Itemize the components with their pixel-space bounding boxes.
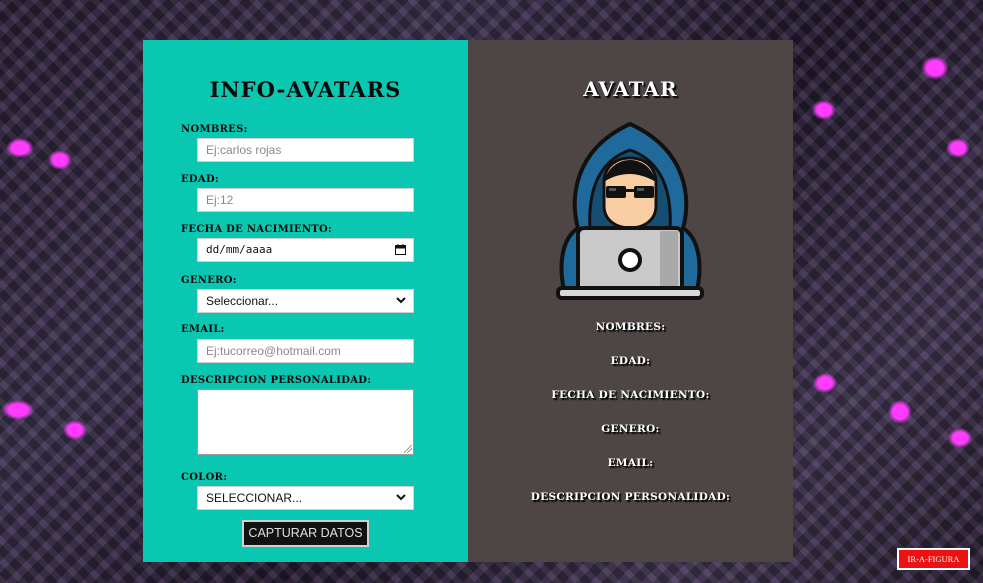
color-label: COLOR: — [181, 472, 228, 483]
fecha-label: FECHA DE NACIMIENTO: — [181, 224, 333, 235]
hacker-with-laptop-icon — [556, 122, 704, 300]
color-select[interactable]: SELECCIONAR... — [197, 486, 414, 510]
fecha-nacimiento-input[interactable]: dd/mm/aaaa — [197, 238, 414, 262]
email-input[interactable]: Ej:tucorreo@hotmail.com — [197, 339, 414, 363]
info-descripcion-label: DESCRIPCION PERSONALIDAD: — [530, 491, 731, 503]
email-label: EMAIL: — [181, 324, 225, 335]
info-nombres-label: NOMBRES: — [595, 321, 666, 333]
avatar-title: AVATAR — [583, 77, 678, 101]
chevron-down-icon — [396, 492, 406, 505]
info-edad-label: EDAD: — [610, 355, 651, 367]
descripcion-textarea[interactable] — [197, 389, 414, 455]
color-selected: SELECCIONAR... — [206, 491, 303, 505]
form-title: INFO-AVATARS — [209, 77, 402, 102]
edad-input[interactable]: Ej:12 — [197, 188, 414, 212]
ir-a-figura-button[interactable]: IR-A-FIGURA — [897, 548, 970, 570]
resize-grip-icon[interactable] — [404, 445, 412, 453]
nombres-label: NOMBRES: — [181, 124, 248, 135]
genero-selected: Seleccionar... — [206, 294, 279, 308]
capturar-datos-button[interactable]: CAPTURAR DATOS — [242, 520, 369, 547]
info-genero-label: GENERO: — [601, 423, 660, 435]
avatar-form-panel: INFO-AVATARS NOMBRES: Ej:carlos rojas ED… — [143, 40, 468, 562]
calendar-icon[interactable] — [395, 244, 406, 258]
info-fecha-label: FECHA DE NACIMIENTO: — [551, 389, 710, 401]
genero-label: GENERO: — [181, 275, 237, 286]
nombres-input[interactable]: Ej:carlos rojas — [197, 138, 414, 162]
nombres-placeholder: Ej:carlos rojas — [206, 143, 282, 157]
edad-label: EDAD: — [181, 174, 219, 185]
edad-placeholder: Ej:12 — [206, 193, 234, 207]
fecha-value: dd/mm/aaaa — [206, 243, 273, 256]
descripcion-label: DESCRIPCION PERSONALIDAD: — [181, 375, 372, 386]
avatar-preview-panel: AVATAR NOMBRES: EDAD: FECHA DE NACIMIENT… — [468, 40, 793, 562]
genero-select[interactable]: Seleccionar... — [197, 289, 414, 313]
email-placeholder: Ej:tucorreo@hotmail.com — [206, 344, 341, 358]
chevron-down-icon — [396, 295, 406, 308]
info-email-label: EMAIL: — [607, 457, 654, 469]
